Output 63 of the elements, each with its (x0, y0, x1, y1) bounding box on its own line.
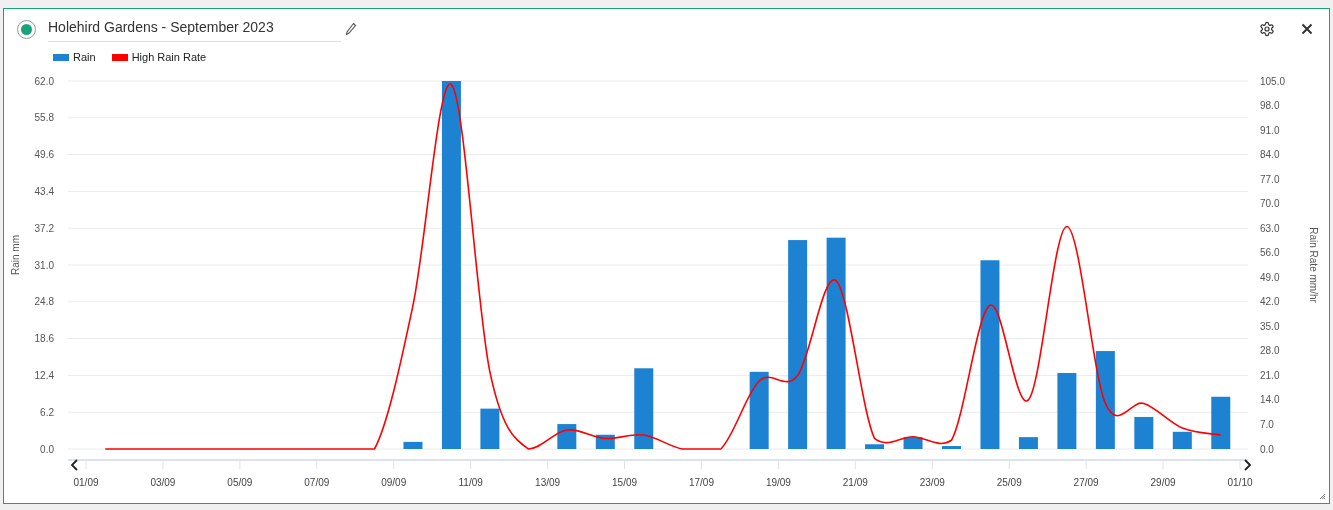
y-axis-label: 21.0 (1260, 369, 1280, 381)
y-axis-label: 0.0 (40, 443, 54, 455)
x-axis-label: 15/09 (612, 477, 638, 488)
y-axis-label: 98.0 (1260, 100, 1280, 112)
y-axis-label: 18.6 (34, 333, 54, 345)
y-axis-label: 37.2 (34, 222, 54, 234)
x-axis-label: 05/09 (227, 477, 253, 488)
pencil-icon[interactable] (345, 22, 357, 36)
y-axis-label: 70.0 (1260, 198, 1280, 210)
x-axis-label: 11/09 (458, 477, 483, 488)
y-axis-label: 0.0 (1260, 443, 1274, 455)
x-axis-label: 21/09 (842, 477, 868, 488)
y-axis-label: 77.0 (1260, 173, 1280, 185)
y-axis-label: 42.0 (1260, 296, 1280, 308)
settings-icon[interactable] (1259, 21, 1275, 37)
y-axis-label: 55.8 (34, 112, 54, 124)
y-axis-label: 62.0 (34, 75, 54, 87)
y-axis-label: 105.0 (1260, 75, 1286, 87)
x-axis-label: 29/09 (1150, 477, 1176, 488)
x-axis-label: 19/09 (765, 477, 791, 488)
x-axis-label: 01/10 (1227, 477, 1253, 488)
close-icon[interactable] (1301, 23, 1313, 35)
x-axis-label: 27/09 (1073, 477, 1099, 488)
x-axis-label: 13/09 (535, 477, 561, 488)
y-axis-label: 35.0 (1260, 320, 1280, 332)
y-axis-label: 49.6 (34, 149, 54, 161)
y-axis-label: 84.0 (1260, 149, 1280, 161)
y-axis-label: 14.0 (1260, 394, 1280, 406)
rain-bar (942, 446, 961, 449)
rain-bar (1172, 431, 1192, 449)
x-axis-label: 23/09 (919, 477, 945, 488)
y-axis-label: 91.0 (1260, 124, 1280, 136)
y-axis-label: 31.0 (34, 259, 54, 271)
y-axis-label: 63.0 (1260, 222, 1280, 234)
rain-bar (557, 424, 577, 449)
y-axis-label: 43.4 (34, 185, 54, 197)
resize-grip-icon[interactable] (1319, 493, 1326, 500)
x-axis-label: 01/09 (73, 477, 99, 488)
y-axis-label: 56.0 (1260, 247, 1280, 259)
y-axis-label: 7.0 (1260, 418, 1274, 430)
x-axis-label: 09/09 (381, 477, 407, 488)
chevron-right-icon[interactable] (1244, 459, 1252, 471)
y-axis-label: 12.4 (34, 369, 54, 381)
y-axis-label: 49.0 (1260, 271, 1280, 283)
x-axis-label: 25/09 (996, 477, 1022, 488)
rain-bar (1018, 437, 1038, 449)
legend-item[interactable]: High Rain Rate (111, 48, 207, 66)
rain-bar (1134, 416, 1154, 449)
rain-bar (865, 444, 885, 449)
rain-bar (480, 408, 500, 449)
y-axis-label: 6.2 (40, 406, 54, 418)
y-axis-label: 24.8 (34, 296, 54, 308)
chevron-left-icon[interactable] (70, 459, 78, 471)
y-axis-label: 28.0 (1260, 345, 1280, 357)
legend-item[interactable]: Rain (53, 48, 96, 66)
title-field[interactable]: Holehird Gardens - September 2023 (48, 16, 341, 42)
y-axis-title: Rain mm (10, 235, 21, 275)
x-axis-label: 17/09 (688, 477, 714, 488)
x-axis-label: 03/09 (150, 477, 176, 488)
y-axis-title: Rain Rate mm/hr (1308, 227, 1319, 303)
rain-bar (403, 441, 423, 449)
rain-bar (1211, 396, 1231, 449)
x-axis-label: 07/09 (304, 477, 330, 488)
